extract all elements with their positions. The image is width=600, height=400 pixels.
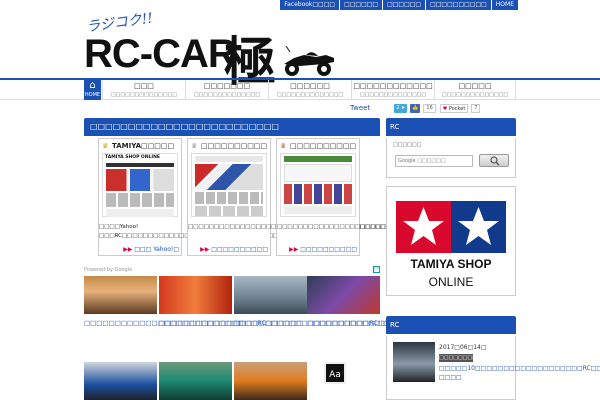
sidebar-post-item[interactable]: 2017□06□14□ □□□□□□□□□ □□□□□10□□□□□□□□□□□… xyxy=(386,336,600,400)
nav-item-title: □□□ xyxy=(134,82,154,90)
card-title: □□□□□□□□□□ xyxy=(290,142,357,150)
card-more-link[interactable]: ▶▶ □□□ Yahoo!□ xyxy=(123,246,179,253)
nav-item-sub: □□□□□□□□□□□□□□ xyxy=(110,92,178,98)
double-arrow-icon: ▶▶ xyxy=(200,246,210,253)
crown-silver-icon: ♛ xyxy=(191,142,198,150)
rc-car-icon xyxy=(284,46,334,76)
ranking-cards: ♛ TAMIYA□□□□□ TAMIYA SHOP ONLINE □□□□Yah… xyxy=(98,138,475,256)
pocket-button[interactable]: ♥ Pocket xyxy=(439,103,469,113)
card-title: TAMIYA□□□□□ xyxy=(112,142,175,150)
ranking-card-1[interactable]: ♛ TAMIYA□□□□□ TAMIYA SHOP ONLINE □□□□Yah… xyxy=(98,138,283,256)
sidebar-posts-widget: RC xyxy=(386,316,516,334)
top-link-4[interactable]: □□□□□□□□□□ xyxy=(426,0,491,10)
ad-attribution: Powered by Google xyxy=(84,267,133,273)
tamiya-shop-banner[interactable]: TAMIYA SHOP ONLINE xyxy=(386,186,516,296)
nav-item-sub: □□□□□□□□□□□□□□ xyxy=(359,92,427,98)
double-arrow-icon: ▶▶ xyxy=(289,246,299,253)
nav-item-1[interactable]: □□□ □□□□□□□□□□□□□□ xyxy=(102,80,185,100)
like-button[interactable]: 👍 xyxy=(410,103,421,113)
nav-item-title: □□□□□□□ xyxy=(203,82,251,90)
double-arrow-icon: ▶▶ xyxy=(123,246,133,253)
global-nav: ⌂ HOME □□□ □□□□□□□□□□□□□□ □□□□□□□ □□□□□□… xyxy=(0,78,600,100)
card-description: □□□□Yahoo!□□□RC□□□□□□□□□□□□□□□□□□□□□□□□□… xyxy=(99,224,283,239)
crown-gold-icon: ♛ xyxy=(102,142,109,150)
shop-screenshot[interactable]: TAMIYA SHOP ONLINE xyxy=(102,153,178,217)
nav-item-title: □□□□□□□□□□□□ xyxy=(353,82,433,90)
banner-line1: TAMIYA SHOP xyxy=(410,257,492,271)
top-link-2[interactable]: □□□□□□ xyxy=(340,0,383,10)
thumb-image-4[interactable] xyxy=(307,276,380,314)
search-icon xyxy=(490,156,500,166)
thumb-image-2[interactable] xyxy=(159,276,232,314)
card-more-link[interactable]: ▶▶ □□□□□□□□□□ xyxy=(200,246,268,253)
nav-item-title: □□□□□ xyxy=(458,82,492,90)
shop-screenshot[interactable] xyxy=(280,153,356,217)
thumb-image-5[interactable] xyxy=(84,362,157,400)
ad-choices-icon[interactable]: ▷ xyxy=(373,266,380,273)
nav-item-sub: □□□□□□□□□□□□□□ xyxy=(276,92,344,98)
tweet-button[interactable]: Tweet xyxy=(350,104,370,112)
font-app-icon[interactable]: Aa xyxy=(324,362,346,384)
sidebar-search-widget: RC xyxy=(386,118,516,136)
banner-line2: ONLINE xyxy=(428,275,474,289)
search-label: □□□□□□ xyxy=(393,142,422,148)
home-icon: ⌂ xyxy=(89,80,96,91)
crown-bronze-icon: ♛ xyxy=(280,142,287,150)
card-more-link[interactable]: ▶▶ □□□□□□□□□□ xyxy=(289,246,357,253)
search-button[interactable] xyxy=(479,154,509,167)
card-description: □□□□□□□□□□□□□□□□□□□□□□□□□□□□□□□□□□□□□□ xyxy=(277,224,475,230)
social-share-bar: Tweet 2 ➤ 👍 16 ♥ Pocket 7 xyxy=(350,103,484,113)
thumb-caption-1[interactable]: □□□□□□□□□□□□□□□□□□□□□□□□□□ xyxy=(84,318,244,328)
nav-item-2[interactable]: □□□□□□□ □□□□□□□□□□□□□□ xyxy=(185,80,268,100)
share-button[interactable]: 2 ➤ xyxy=(394,103,408,113)
sidebar-heading: RC xyxy=(386,316,516,334)
thumb-image-1[interactable] xyxy=(84,276,157,314)
like-count: 16 xyxy=(423,103,436,113)
post-category-badge[interactable]: □□□□□□□□□ xyxy=(439,354,482,362)
top-link-3[interactable]: □□□□□□ xyxy=(383,0,426,10)
share-count: 2 xyxy=(396,104,400,111)
nav-item-4[interactable]: □□□□□□□□□□□□ □□□□□□□□□□□□□□ xyxy=(351,80,434,100)
nav-item-5[interactable]: □□□□□ □□□□□□□□□□□□□□ xyxy=(434,80,516,100)
thumb-caption-4[interactable]: □□□□□□□□□□□□□□□□□□□□□□ESC□□□□□ xyxy=(307,318,486,328)
card-description: □□□□□□□□□□□□□□□□□□□□□□□□□□□□□□□□□□□□□□ xyxy=(188,223,385,232)
bird-icon: ➤ xyxy=(400,104,406,111)
ranking-heading: □□□□□□□□□□□□□□□□□□□□□□□□□ xyxy=(84,118,380,136)
tamiya-logo-icon xyxy=(396,201,506,253)
search-box: □□□□□□ xyxy=(386,138,516,178)
thumb-image-6[interactable] xyxy=(159,362,232,400)
card-more-label: □□□□□□□□□□ xyxy=(211,246,268,253)
shop-screenshot[interactable] xyxy=(191,153,267,217)
logo-title: RC-CAR xyxy=(84,32,237,76)
pocket-icon: ♥ xyxy=(442,105,448,112)
thumb-caption-2[interactable]: □□□□□□□□□□□□□□□□RC□□□□□□ xyxy=(159,318,303,328)
ranking-card-2[interactable]: ♛ □□□□□□□□□□ □□□□□□□□□□□□□□□□□□□□□□□□□□□… xyxy=(187,138,385,256)
nav-home-label: HOME xyxy=(84,92,101,98)
nav-item-sub: □□□□□□□□□□□□□□ xyxy=(441,92,509,98)
post-title[interactable]: □□□□□10□□□□□□□□□□□□□□□□□□□RC□□□□□ □□□□ xyxy=(439,364,600,382)
nav-item-3[interactable]: □□□□□□ □□□□□□□□□□□□□□ xyxy=(268,80,351,100)
pocket-label: Pocket xyxy=(448,105,466,112)
nav-home[interactable]: ⌂ HOME xyxy=(84,80,101,100)
nav-item-title: □□□□□□ xyxy=(290,82,330,90)
search-input[interactable] xyxy=(395,155,473,167)
sidebar-heading: RC xyxy=(386,118,516,136)
card-more-label: □□□ Yahoo!□ xyxy=(134,246,179,253)
nav-item-sub: □□□□□□□□□□□□□□ xyxy=(193,92,261,98)
card-title: □□□□□□□□□□ xyxy=(201,142,268,150)
ranking-section: □□□□□□□□□□□□□□□□□□□□□□□□□ ♛ TAMIYA□□□□□ … xyxy=(84,118,474,256)
home-link[interactable]: HOME xyxy=(491,0,518,10)
post-date: 2017□06□14□ xyxy=(439,344,487,351)
thumb-image-7[interactable] xyxy=(234,362,307,400)
post-thumbnail[interactable] xyxy=(393,342,435,382)
thumb-up-icon: 👍 xyxy=(412,104,419,111)
ranking-card-3[interactable]: ♛ □□□□□□□□□□ □□□□□□□□□□□□□□□□□□□□□□□□□□□… xyxy=(276,138,475,256)
thumb-caption-3[interactable]: □□□□□□□□□□□□□□□□□□□□□□RC□□□ xyxy=(234,318,396,328)
card-more-label: □□□□□□□□□□ xyxy=(300,246,357,253)
shop-logo-text: TAMIYA SHOP ONLINE xyxy=(105,155,160,160)
site-logo[interactable]: ラジコク!! RC-CAR 極 xyxy=(84,8,336,93)
thumb-image-3[interactable] xyxy=(234,276,307,314)
pocket-count: 7 xyxy=(471,103,481,113)
